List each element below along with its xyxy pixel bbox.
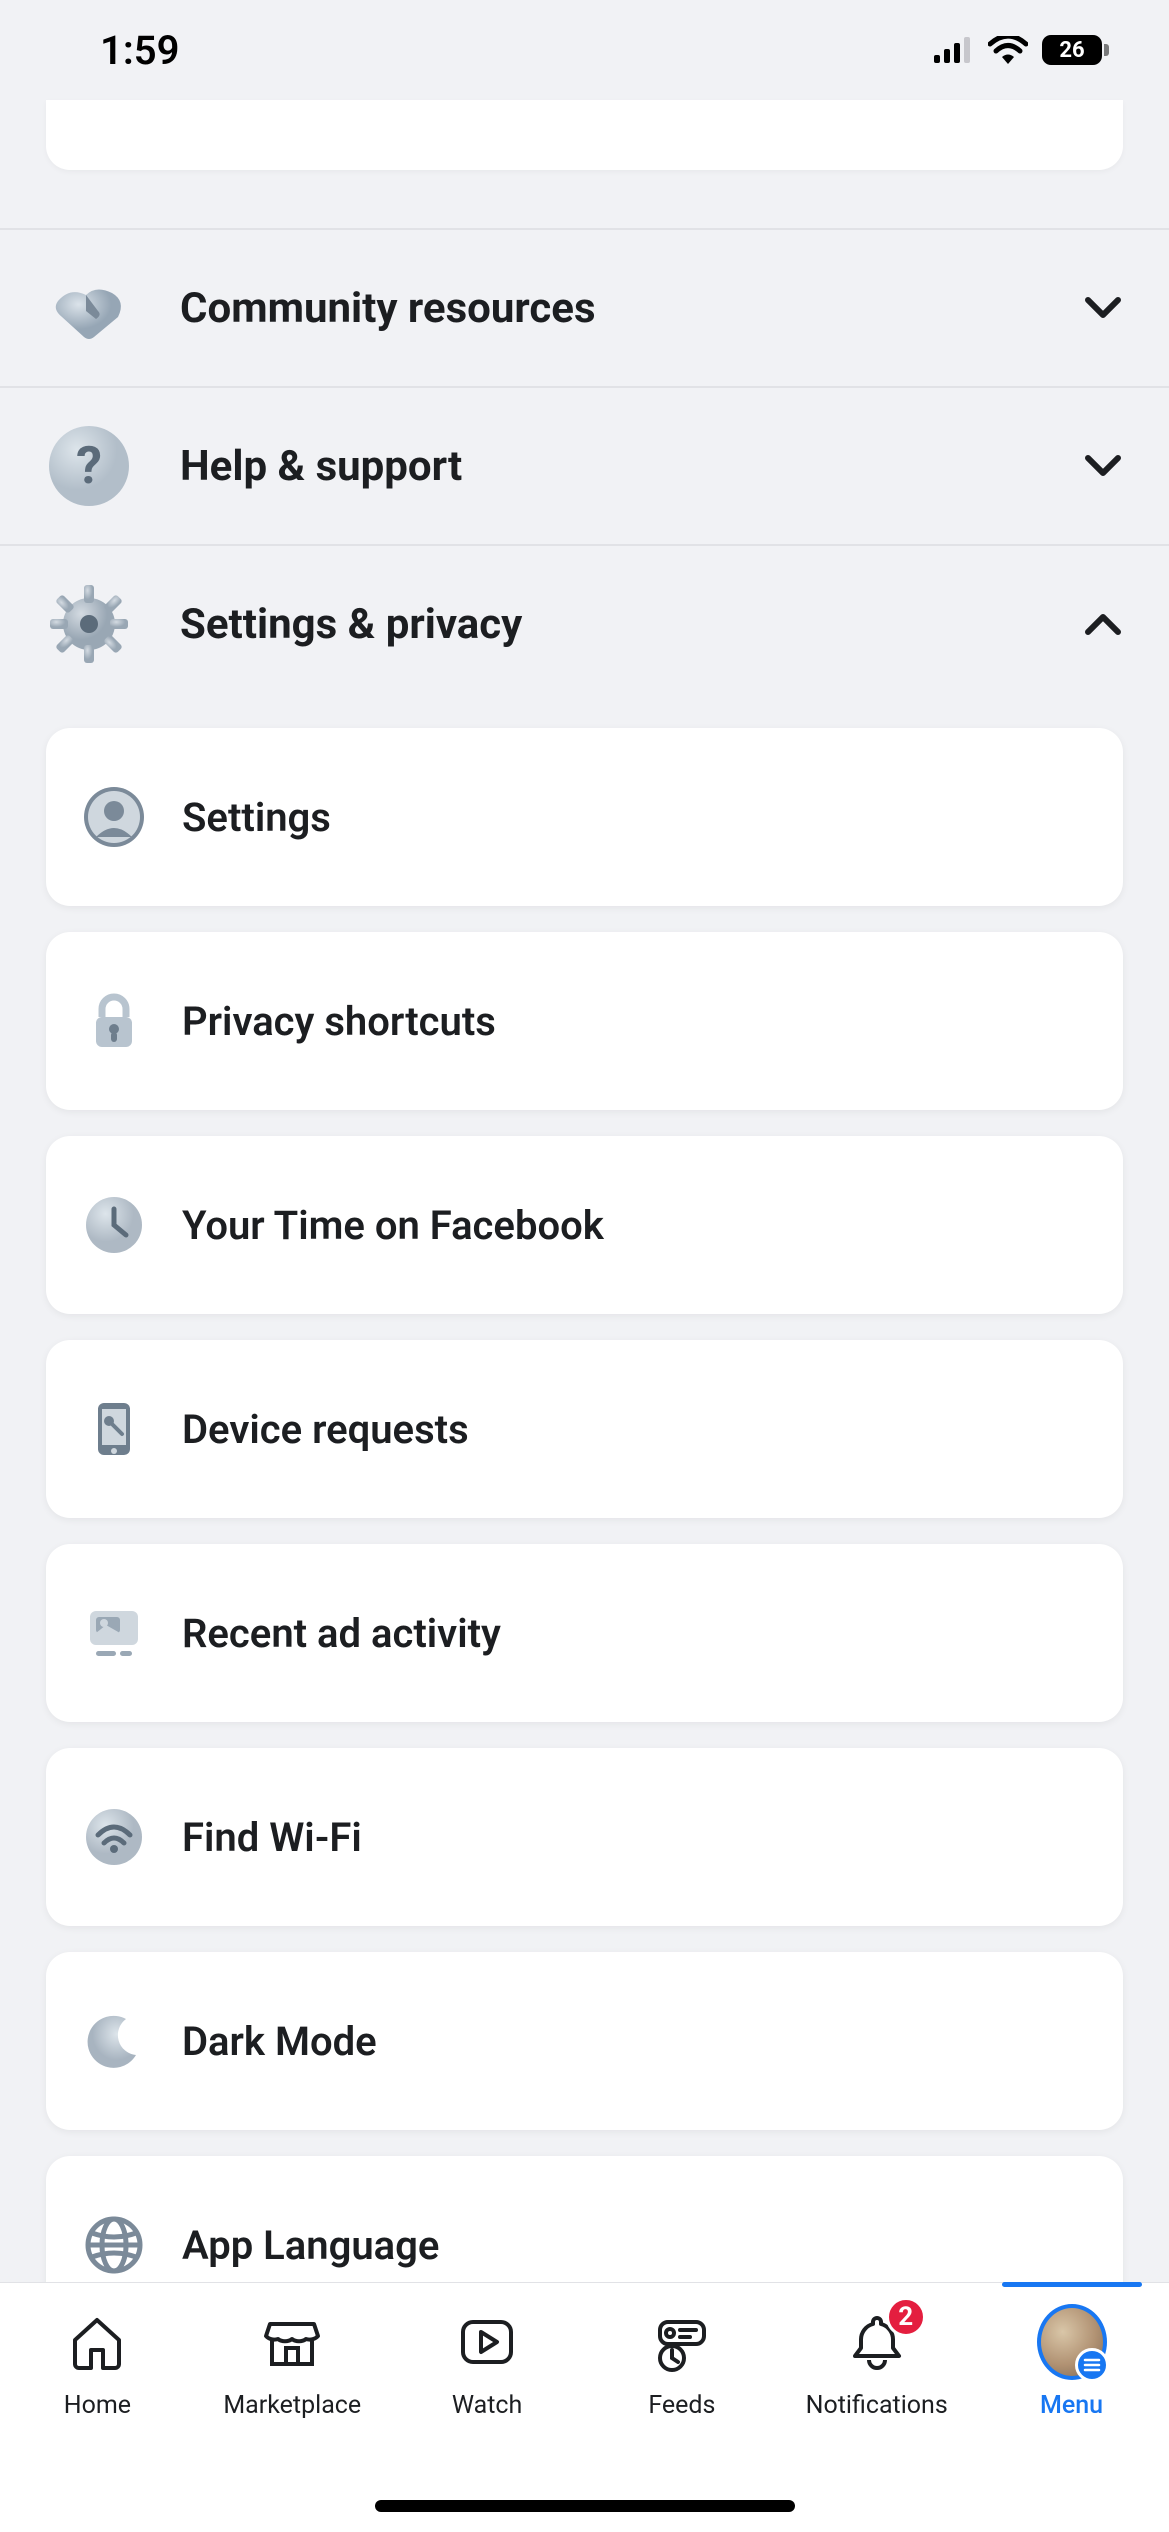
menu-avatar-icon xyxy=(1037,2307,1107,2377)
tab-watch[interactable]: Watch xyxy=(392,2307,582,2420)
community-resources-row[interactable]: Community resources xyxy=(0,230,1169,386)
tab-notifications-label: Notifications xyxy=(806,2391,948,2420)
tab-home[interactable]: Home xyxy=(2,2307,192,2420)
device-requests-label: Device requests xyxy=(182,1406,469,1453)
help-support-label: Help & support xyxy=(180,442,1035,491)
your-time-label: Your Time on Facebook xyxy=(182,1202,604,1249)
chevron-down-icon xyxy=(1083,446,1123,486)
cellular-signal-icon xyxy=(934,37,974,63)
wifi-icon xyxy=(988,36,1028,64)
hamburger-badge-icon xyxy=(1075,2348,1109,2382)
find-wifi-label: Find Wi-Fi xyxy=(182,1814,362,1861)
status-indicators: 26 xyxy=(934,35,1109,65)
find-wifi-item[interactable]: Find Wi-Fi xyxy=(46,1748,1123,1926)
tab-home-label: Home xyxy=(64,2391,131,2420)
tab-feeds[interactable]: Feeds xyxy=(587,2307,777,2420)
tab-notifications[interactable]: 2 Notifications xyxy=(782,2307,972,2420)
privacy-shortcuts-label: Privacy shortcuts xyxy=(182,998,496,1045)
privacy-shortcuts-item[interactable]: Privacy shortcuts xyxy=(46,932,1123,1110)
gear-icon xyxy=(46,581,132,667)
recent-ad-activity-label: Recent ad activity xyxy=(182,1610,501,1657)
status-bar: 1:59 26 xyxy=(0,0,1169,100)
battery-indicator: 26 xyxy=(1042,35,1109,65)
home-indicator xyxy=(375,2500,795,2512)
feeds-icon xyxy=(647,2307,717,2377)
tab-marketplace-label: Marketplace xyxy=(223,2391,361,2420)
menu-accordion: Community resources ? Help & support Set… xyxy=(0,228,1169,702)
settings-privacy-row[interactable]: Settings & privacy xyxy=(0,546,1169,702)
chevron-up-icon xyxy=(1083,604,1123,644)
active-tab-indicator xyxy=(1002,2282,1142,2287)
avatar xyxy=(1037,2304,1107,2380)
bell-icon: 2 xyxy=(842,2307,912,2377)
watch-icon xyxy=(452,2307,522,2377)
home-icon xyxy=(62,2307,132,2377)
person-circle-icon xyxy=(82,785,146,849)
svg-text:?: ? xyxy=(76,435,102,496)
recent-ad-activity-item[interactable]: Recent ad activity xyxy=(46,1544,1123,1722)
phone-key-icon xyxy=(82,1397,146,1461)
wifi-circle-icon xyxy=(82,1805,146,1869)
moon-icon xyxy=(82,2009,146,2073)
settings-privacy-items: Settings Privacy shortcuts Your Time on … xyxy=(0,702,1169,2334)
handshake-icon xyxy=(46,265,132,351)
notifications-badge: 2 xyxy=(886,2297,926,2337)
ad-activity-icon xyxy=(82,1601,146,1665)
truncated-card xyxy=(46,100,1123,170)
dark-mode-item[interactable]: Dark Mode xyxy=(46,1952,1123,2130)
bottom-tab-bar: Home Marketplace Watch Feeds 2 Notificat… xyxy=(0,2282,1169,2532)
globe-icon xyxy=(82,2213,146,2277)
tab-menu[interactable]: Menu xyxy=(977,2307,1167,2420)
app-language-label: App Language xyxy=(182,2222,439,2269)
settings-privacy-label: Settings & privacy xyxy=(180,600,1035,649)
status-time: 1:59 xyxy=(100,27,179,74)
settings-label: Settings xyxy=(182,794,331,841)
tab-menu-label: Menu xyxy=(1040,2391,1103,2420)
tab-watch-label: Watch xyxy=(452,2391,522,2420)
dark-mode-label: Dark Mode xyxy=(182,2018,377,2065)
tab-feeds-label: Feeds xyxy=(648,2391,715,2420)
settings-item[interactable]: Settings xyxy=(46,728,1123,906)
lock-icon xyxy=(82,989,146,1053)
community-resources-label: Community resources xyxy=(180,284,1035,333)
clock-icon xyxy=(82,1193,146,1257)
help-support-row[interactable]: ? Help & support xyxy=(0,388,1169,544)
your-time-item[interactable]: Your Time on Facebook xyxy=(46,1136,1123,1314)
question-icon: ? xyxy=(46,423,132,509)
tab-marketplace[interactable]: Marketplace xyxy=(197,2307,387,2420)
marketplace-icon xyxy=(257,2307,327,2377)
device-requests-item[interactable]: Device requests xyxy=(46,1340,1123,1518)
battery-level: 26 xyxy=(1042,35,1102,65)
chevron-down-icon xyxy=(1083,288,1123,328)
